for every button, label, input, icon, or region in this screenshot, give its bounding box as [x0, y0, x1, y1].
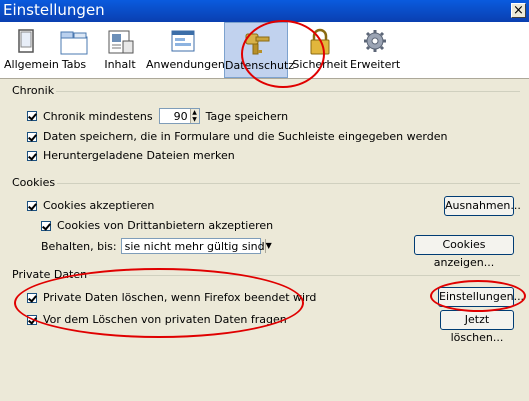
window-title: Einstellungen	[3, 1, 105, 19]
history-days-spinner[interactable]: 90 ▲ ▼	[158, 108, 200, 124]
third-party-label: Cookies von Drittanbietern akzeptieren	[57, 219, 274, 232]
title-bar: Einstellungen ×	[0, 0, 529, 22]
cookies-accept-label: Cookies akzeptieren	[43, 199, 155, 212]
tabs-icon	[60, 31, 88, 55]
cookies-legend: Cookies	[10, 176, 58, 189]
chevron-down-icon[interactable]: ▼	[264, 239, 272, 253]
forms-row: Daten speichern, die in Formulare und di…	[27, 130, 447, 143]
tab-anwendungen-label: Anwendungen	[146, 58, 225, 71]
private-data-legend: Private Daten	[10, 268, 90, 281]
chronik-legend: Chronik	[10, 84, 57, 97]
downloads-label: Heruntergeladene Dateien merken	[43, 149, 235, 162]
cookies-accept-checkbox[interactable]	[27, 200, 37, 211]
lock-icon	[310, 28, 330, 55]
exceptions-button[interactable]: Ausnahmen...	[444, 196, 521, 216]
clear-on-exit-checkbox[interactable]	[27, 292, 37, 303]
clear-now-button[interactable]: Jetzt löschen...	[440, 310, 514, 344]
close-button[interactable]: ×	[511, 3, 526, 18]
history-row: Chronik mindestens 90 ▲ ▼ Tage speichern	[27, 108, 288, 124]
clear-on-exit-row: Private Daten löschen, wenn Firefox been…	[27, 291, 316, 304]
tab-tabs[interactable]: Tabs	[54, 22, 94, 78]
keep-row: Behalten, bis: sie nicht mehr gültig sin…	[41, 238, 272, 254]
tab-allgemein[interactable]: Allgemein	[4, 22, 59, 78]
tab-tabs-label: Tabs	[61, 58, 87, 71]
cookies-accept-row: Cookies akzeptieren	[27, 199, 154, 212]
tab-sicherheit-label: Sicherheit	[292, 58, 348, 71]
tab-inhalt[interactable]: Inhalt	[100, 22, 140, 78]
downloads-checkbox[interactable]	[27, 150, 37, 161]
preferences-toolbar: Allgemein Tabs Inhalt Anwendungen Datens…	[0, 22, 529, 79]
history-suffix: Tage speichern	[205, 109, 289, 123]
privacy-key-icon	[245, 33, 270, 55]
tab-anwendungen[interactable]: Anwendungen	[146, 22, 225, 78]
tab-datenschutz[interactable]: Datenschutz	[224, 22, 295, 78]
tab-allgemein-label: Allgemein	[4, 58, 59, 71]
third-party-checkbox[interactable]	[41, 220, 51, 231]
keep-select[interactable]: sie nicht mehr gültig sind ▼	[120, 238, 272, 254]
preferences-window: Einstellungen × Allgemein Tabs Inhalt An…	[0, 0, 529, 401]
tab-erweitert-label: Erweitert	[350, 58, 401, 71]
applications-icon	[171, 30, 195, 52]
ask-before-row: Vor dem Löschen von privaten Daten frage…	[27, 313, 287, 326]
show-cookies-button[interactable]: Cookies anzeigen...	[414, 235, 514, 269]
tab-sicherheit[interactable]: Sicherheit	[292, 22, 348, 78]
gear-icon	[364, 30, 386, 52]
downloads-row: Heruntergeladene Dateien merken	[27, 149, 235, 162]
tab-datenschutz-label: Datenschutz	[225, 59, 295, 72]
spinner-arrows-icon[interactable]: ▲ ▼	[189, 109, 199, 123]
history-days-value[interactable]: 90	[160, 110, 190, 123]
clear-on-exit-label: Private Daten löschen, wenn Firefox been…	[43, 291, 317, 304]
keep-label: Behalten, bis:	[41, 239, 117, 253]
ask-before-checkbox[interactable]	[27, 314, 37, 325]
history-label: Chronik mindestens	[43, 109, 153, 123]
forms-checkbox[interactable]	[27, 131, 37, 142]
forms-label: Daten speichern, die in Formulare und di…	[43, 130, 448, 143]
keep-select-value: sie nicht mehr gültig sind	[124, 239, 265, 253]
private-settings-button[interactable]: Einstellungen...	[438, 287, 524, 307]
third-party-row: Cookies von Drittanbietern akzeptieren	[41, 219, 273, 232]
history-checkbox[interactable]	[27, 111, 37, 121]
content-icon	[108, 30, 134, 54]
tab-erweitert[interactable]: Erweitert	[350, 22, 400, 78]
monitor-icon	[18, 29, 34, 53]
ask-before-label: Vor dem Löschen von privaten Daten frage…	[43, 313, 287, 326]
tab-inhalt-label: Inhalt	[104, 58, 136, 71]
